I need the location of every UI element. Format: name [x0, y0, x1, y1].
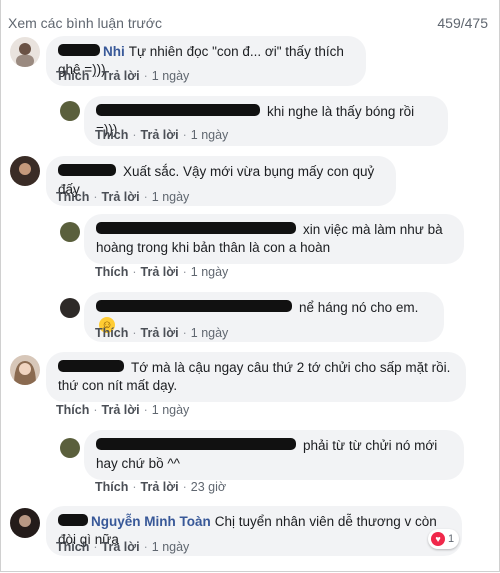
comment-timestamp[interactable]: 1 ngày	[152, 69, 190, 83]
comment-author[interactable]	[96, 222, 299, 237]
comment-timestamp[interactable]: 1 ngày	[191, 128, 229, 142]
avatar[interactable]	[10, 355, 40, 385]
comment-actions: Thích · Trả lời · 1 ngày	[56, 540, 190, 554]
comment-actions: Thích · Trả lời · 1 ngày	[95, 128, 229, 142]
like-link[interactable]: Thích	[56, 69, 89, 83]
comment-actions: Thích · Trả lời · 23 giờ	[95, 480, 227, 494]
comment-bubble: phải từ từ chửi nó mới hay chứ bồ ^^	[84, 430, 464, 480]
comment-text: nể háng nó cho em.	[299, 300, 419, 315]
avatar[interactable]	[60, 222, 80, 242]
like-link[interactable]: Thích	[95, 326, 128, 340]
comment-author[interactable]: Nguyễn Minh Toàn	[58, 514, 211, 529]
reaction-count[interactable]: ♥ 1	[428, 529, 460, 549]
comment-actions: Thích · Trả lời · 1 ngày	[95, 265, 229, 279]
reply-link[interactable]: Trả lời	[141, 326, 179, 340]
comment-timestamp[interactable]: 1 ngày	[152, 540, 190, 554]
comment-author[interactable]: Nhi	[58, 44, 125, 59]
comment-bubble: Tớ mà là cậu ngay câu thứ 2 tớ chửi cho …	[46, 352, 466, 402]
reply-link[interactable]: Trả lời	[102, 190, 140, 204]
comment-bubble: xin việc mà làm như bà hoàng trong khi b…	[84, 214, 464, 264]
like-link[interactable]: Thích	[56, 403, 89, 417]
comment-actions: Thích · Trả lời · 1 ngày	[56, 403, 190, 417]
comment-actions: Thích · Trả lời · 1 ngày	[95, 326, 229, 340]
comment-timestamp[interactable]: 1 ngày	[191, 265, 229, 279]
comment-author[interactable]	[58, 164, 119, 179]
avatar[interactable]	[10, 156, 40, 186]
comment-actions: Thích · Trả lời · 1 ngày	[56, 69, 190, 83]
comment-timestamp[interactable]: 1 ngày	[191, 326, 229, 340]
reply-link[interactable]: Trả lời	[102, 540, 140, 554]
comment-count: 459/475	[437, 15, 488, 31]
view-previous-comments-link[interactable]: Xem các bình luận trước	[8, 15, 162, 31]
reply-link[interactable]: Trả lời	[141, 128, 179, 142]
reply-link[interactable]: Trả lời	[102, 403, 140, 417]
like-link[interactable]: Thích	[95, 480, 128, 494]
reply-link[interactable]: Trả lời	[102, 69, 140, 83]
heart-icon: ♥	[431, 532, 445, 546]
comment-author[interactable]	[96, 104, 263, 119]
reply-link[interactable]: Trả lời	[141, 480, 179, 494]
avatar[interactable]	[60, 438, 80, 458]
comment-author[interactable]	[96, 438, 299, 453]
avatar[interactable]	[60, 298, 80, 318]
reply-link[interactable]: Trả lời	[141, 265, 179, 279]
comment-author[interactable]	[58, 360, 127, 375]
avatar[interactable]	[10, 508, 40, 538]
like-link[interactable]: Thích	[95, 265, 128, 279]
comment-timestamp[interactable]: 1 ngày	[152, 403, 190, 417]
comment-actions: Thích · Trả lời · 1 ngày	[56, 190, 190, 204]
comment-timestamp[interactable]: 1 ngày	[152, 190, 190, 204]
like-link[interactable]: Thích	[95, 128, 128, 142]
avatar[interactable]	[10, 37, 40, 67]
like-link[interactable]: Thích	[56, 190, 89, 204]
comment-timestamp[interactable]: 23 giờ	[191, 480, 226, 494]
like-link[interactable]: Thích	[56, 540, 89, 554]
avatar[interactable]	[60, 101, 80, 121]
comment-author[interactable]	[96, 300, 295, 315]
